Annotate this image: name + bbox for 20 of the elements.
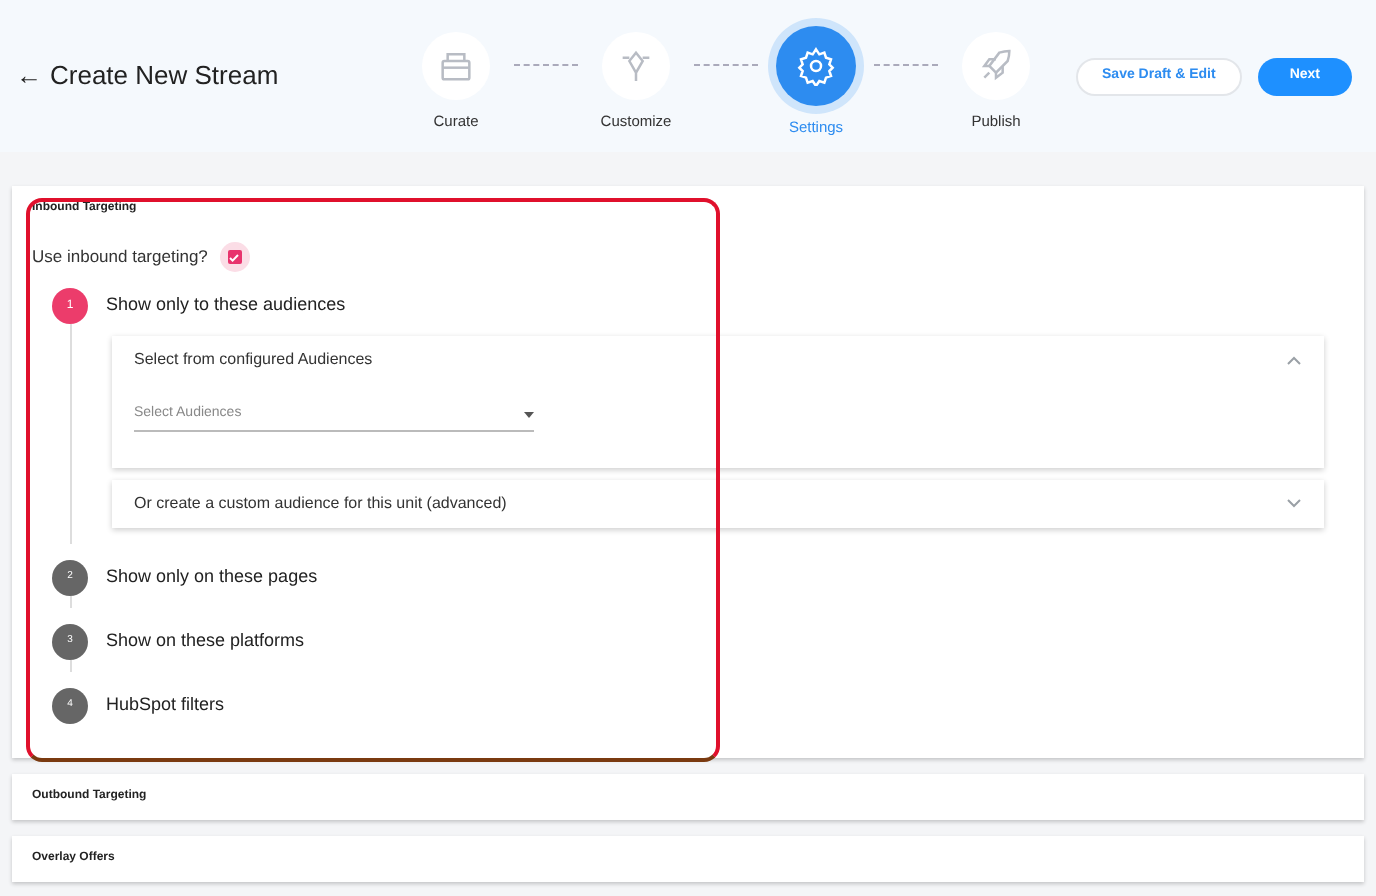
chevron-up-icon[interactable] xyxy=(1286,354,1302,366)
panel-title[interactable]: Select from configured Audiences xyxy=(134,348,373,372)
step-button[interactable] xyxy=(776,25,856,106)
step-title[interactable]: HubSpot filters xyxy=(106,691,225,719)
step-title[interactable]: Show only on these pages xyxy=(106,563,318,591)
step-button[interactable] xyxy=(422,31,490,100)
step-button[interactable] xyxy=(962,31,1030,100)
check-icon xyxy=(228,251,241,263)
page-title: Create New Stream xyxy=(50,58,279,95)
settings-icon xyxy=(796,45,836,86)
panel-title[interactable]: Or create a custom audience for this unit (advanced) xyxy=(134,491,507,515)
step-button[interactable] xyxy=(602,31,670,100)
checkbox-label: Use inbound targeting? xyxy=(32,244,208,270)
rocket-icon xyxy=(976,45,1016,86)
step-title[interactable]: Show on these platforms xyxy=(106,627,305,655)
chevron-down-icon[interactable] xyxy=(1286,497,1302,509)
step-title[interactable]: Show only to these audiences xyxy=(106,292,346,320)
checkbox[interactable] xyxy=(219,242,250,272)
dropdown-icon xyxy=(524,411,534,418)
back-icon[interactable]: ← xyxy=(16,56,42,96)
